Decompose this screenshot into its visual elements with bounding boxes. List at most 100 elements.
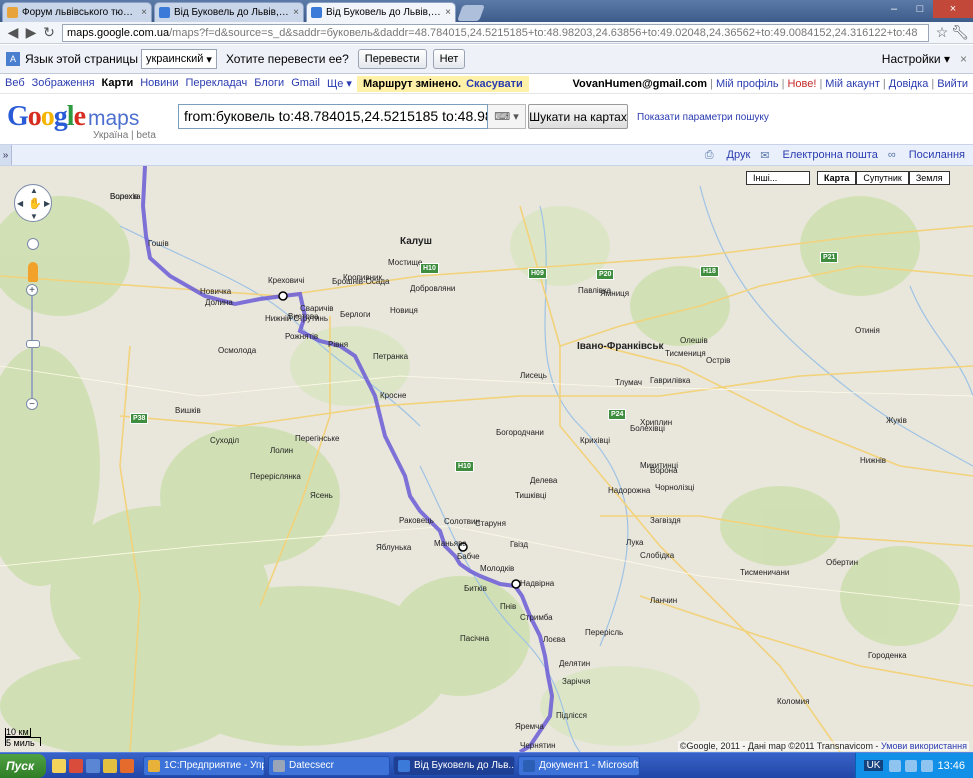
tab-close-icon[interactable]: ×	[293, 7, 299, 18]
google-service-link[interactable]: Блоги	[254, 77, 284, 90]
account-link[interactable]: Вийти	[937, 78, 968, 90]
more-layers-button[interactable]: Інші...	[746, 171, 810, 185]
town-label: Кропивник	[343, 273, 382, 282]
pan-right-icon[interactable]: ▶	[44, 199, 50, 208]
browser-tab[interactable]: Від Буковель до Львів, Л... ×	[154, 2, 304, 22]
town-label: Вишків	[175, 406, 201, 415]
new-tab-button[interactable]	[457, 5, 485, 21]
pan-left-icon[interactable]: ◀	[17, 199, 23, 208]
search-button[interactable]: Шукати на картах	[528, 104, 628, 129]
town-label: Переріслянка	[250, 472, 301, 481]
task-app-icon	[523, 759, 535, 772]
sound-icon[interactable]	[103, 758, 117, 773]
browser-icon[interactable]	[120, 758, 134, 773]
tab-close-icon[interactable]: ×	[141, 7, 147, 18]
browser-tab[interactable]: Від Буковель до Львів, Л... ×	[306, 2, 456, 22]
pan-up-icon[interactable]: ▲	[30, 186, 38, 195]
waypoint-marker[interactable]	[511, 579, 521, 589]
window-close-button[interactable]: ×	[933, 0, 973, 18]
google-service-link[interactable]: Перекладач	[186, 77, 248, 90]
address-bar: ◀ ▶ ↻ maps.google.com.ua/maps?f=d&source…	[0, 22, 973, 44]
google-maps-logo[interactable]: Google maps Україна | beta	[7, 101, 156, 141]
translate-button[interactable]: Перевести	[357, 49, 427, 69]
account-link[interactable]: Мій профіль	[716, 78, 779, 90]
browser-tab[interactable]: Форум львівського тюнін... ×	[2, 2, 152, 22]
media-icon[interactable]	[69, 758, 83, 773]
link-button[interactable]: ∞ Посилання	[888, 149, 965, 161]
account-link[interactable]: Нове!	[787, 78, 816, 90]
taskbar-button[interactable]: Datecsecr	[268, 755, 390, 776]
zoom-slider-thumb[interactable]	[26, 340, 40, 348]
language-indicator[interactable]: UK	[863, 760, 884, 771]
tab-close-icon[interactable]: ×	[445, 7, 451, 18]
road-shield: P24	[608, 409, 627, 420]
keyboard-icon[interactable]: ⌨ ▾	[488, 104, 526, 129]
rotate-reset-icon[interactable]	[27, 238, 39, 250]
terms-link[interactable]: Умови використання	[881, 741, 967, 751]
taskbar-button[interactable]: Від Буковель до Льв...	[393, 755, 515, 776]
language-select[interactable]: украинский ▾	[140, 49, 217, 69]
zoom-slider-track[interactable]	[31, 296, 33, 402]
undo-link[interactable]: Скасувати	[466, 78, 523, 90]
town-label: Яблунька	[376, 543, 412, 552]
town-label: Надвірна	[520, 579, 555, 588]
print-button[interactable]: ⎙ Друк	[705, 149, 751, 162]
back-icon[interactable]: ◀	[4, 24, 22, 42]
taskbar-button[interactable]: Документ1 - Microsoft ...	[518, 755, 640, 776]
task-app-icon	[148, 759, 160, 772]
maximize-button[interactable]: □	[907, 0, 933, 18]
translate-close-icon[interactable]: ×	[960, 52, 967, 66]
pan-control[interactable]: ▲ ▼ ◀ ▶ ✋	[14, 184, 52, 222]
windows-taskbar: Пуск 1С:Предприятие - Упра... Datecsecr Ві…	[0, 752, 973, 778]
taskbar-button[interactable]: 1С:Предприятие - Упра...	[143, 755, 265, 776]
scale-metric: 10 км	[5, 728, 31, 737]
town-label: Тишківці	[515, 491, 547, 500]
reload-icon[interactable]: ↻	[40, 24, 58, 42]
start-button[interactable]: Пуск	[0, 753, 46, 778]
search-options-link[interactable]: Показати параметри пошуку	[637, 112, 769, 123]
tab-favicon-icon	[311, 7, 322, 18]
town-label: Гвізд	[510, 540, 529, 549]
forward-icon[interactable]: ▶	[22, 24, 40, 42]
email-button[interactable]: ✉ Електронна пошта	[760, 149, 878, 162]
town-label: Городенка	[868, 651, 907, 660]
map-canvas[interactable]: Калуш Івано-Франківськ Болехів Гошів Нович…	[0, 166, 973, 752]
ie-icon[interactable]	[52, 758, 66, 773]
town-label: Отинія	[855, 326, 880, 335]
zoom-in-button[interactable]: +	[26, 284, 38, 296]
tray-icon[interactable]	[921, 759, 934, 772]
town-label: Крихівці	[580, 436, 610, 445]
town-label: Тисмениця	[665, 349, 706, 358]
tray-icon[interactable]	[905, 759, 918, 772]
pan-down-icon[interactable]: ▼	[30, 212, 38, 221]
google-service-link[interactable]: Веб	[5, 77, 25, 90]
map-type-satellite-button[interactable]: Супутник	[856, 171, 909, 185]
translate-settings[interactable]: Настройки ▾	[882, 52, 950, 66]
no-translate-button[interactable]: Нет	[432, 49, 466, 69]
google-service-link[interactable]: Новини	[140, 77, 178, 90]
tray-icon[interactable]	[889, 759, 902, 772]
search-input[interactable]: from:буковель to:48.784015,24.5215185 to…	[178, 104, 488, 129]
google-service-link[interactable]: Ще ▾	[327, 77, 352, 90]
map-type-map-button[interactable]: Карта	[817, 171, 857, 185]
waypoint-marker[interactable]	[278, 291, 288, 301]
town-label: Осмолода	[218, 346, 257, 355]
town-label: Заріччя	[562, 677, 591, 686]
tab-title: Від Буковель до Львів, Л...	[326, 7, 443, 18]
google-service-link[interactable]: Gmail	[291, 77, 320, 90]
account-link[interactable]: Мій акаунт	[825, 78, 880, 90]
account-link[interactable]: Довідка	[889, 78, 929, 90]
google-service-link[interactable]: Карти	[102, 77, 134, 90]
wrench-icon[interactable]: 🔧︎	[951, 24, 969, 42]
map-type-earth-button[interactable]: Земля	[908, 171, 950, 185]
minimize-button[interactable]: –	[881, 0, 907, 18]
save-icon[interactable]	[86, 758, 100, 773]
url-input[interactable]: maps.google.com.ua/maps?f=d&source=s_d&s…	[62, 23, 929, 42]
pegman-icon[interactable]	[28, 262, 38, 282]
account-links: VovanHumen@gmail.com | Мій профіль | Нове! |…	[572, 77, 968, 90]
bookmark-star-icon[interactable]: ☆	[933, 24, 951, 42]
collapse-panel-button[interactable]: »	[0, 145, 12, 165]
google-service-link[interactable]: Зображення	[32, 77, 95, 90]
zoom-out-button[interactable]: −	[26, 398, 38, 410]
road-shield: P20	[596, 269, 615, 280]
